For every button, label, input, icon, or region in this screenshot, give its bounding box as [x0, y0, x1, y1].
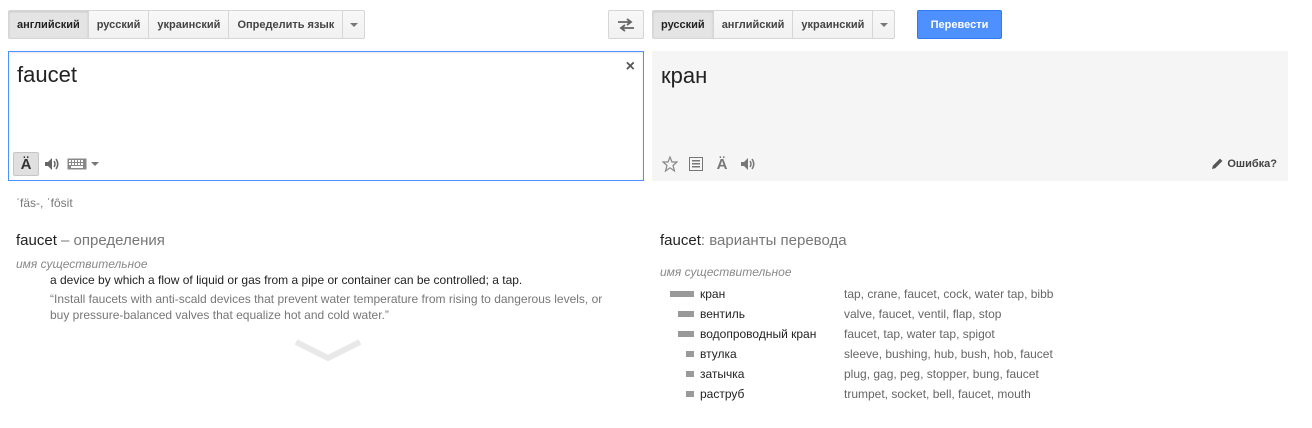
definitions-heading: faucet – определения [16, 232, 165, 249]
chevron-down-icon [91, 162, 99, 166]
definitions-part-of-speech: имя существительное [16, 257, 148, 271]
swap-languages-button[interactable] [608, 10, 644, 39]
translation-text[interactable]: кран [661, 63, 707, 89]
show-more-chevron-icon[interactable] [294, 338, 362, 367]
clear-icon[interactable]: × [626, 58, 635, 76]
table-row: затычка plug, gag, peg, stopper, bung, f… [664, 364, 1053, 384]
target-lang-russian[interactable]: русский [652, 10, 714, 39]
umlaut-a-icon[interactable]: Ä [712, 153, 732, 175]
translations-heading: faucet: варианты перевода [660, 232, 847, 249]
table-row: раструб trumpet, socket, bell, faucet, m… [664, 384, 1053, 404]
keyboard-dropdown[interactable] [89, 152, 101, 176]
speaker-icon[interactable] [39, 152, 65, 176]
translations-heading-suffix: : варианты перевода [700, 232, 847, 249]
variant-reverse-translations: plug, gag, peg, stopper, bung, faucet [844, 367, 1039, 381]
translate-button[interactable]: Перевести [917, 10, 1002, 39]
source-lang-english[interactable]: английский [8, 10, 89, 39]
source-text[interactable]: faucet [17, 62, 77, 88]
definition-example: “Install faucets with anti-scald devices… [50, 292, 603, 322]
translations-part-of-speech: имя существительное [660, 265, 792, 279]
source-tools: Ä [13, 152, 101, 176]
source-lang-dropdown[interactable] [342, 10, 366, 39]
report-error-label: Ошибка? [1227, 157, 1277, 170]
source-lang-ukrainian[interactable]: украинский [148, 10, 230, 39]
variant-word[interactable]: вентиль [700, 304, 844, 324]
definition-text: a device by which a flow of liquid or ga… [50, 273, 523, 287]
frequency-bar [686, 351, 694, 357]
translations-word: faucet [660, 232, 701, 249]
frequency-bar [670, 291, 694, 297]
table-row: водопроводный кран faucet, tap, water ta… [664, 324, 1053, 344]
translation-variants-table: кран tap, crane, faucet, cock, water tap… [664, 284, 1053, 404]
target-language-bar: русский английский украинский [652, 10, 896, 39]
translation-tools: Ä [660, 153, 758, 175]
table-row: втулка sleeve, bushing, hub, bush, hob, … [664, 344, 1053, 364]
target-lang-dropdown[interactable] [872, 10, 896, 39]
source-lang-detect[interactable]: Определить язык [228, 10, 344, 39]
variant-word[interactable]: затычка [700, 364, 844, 384]
swap-arrows-icon [618, 17, 634, 32]
frequency-bar [686, 371, 694, 377]
variant-reverse-translations: valve, faucet, ventil, flap, stop [844, 307, 1002, 321]
source-language-bar: английский русский украинский Определить… [8, 10, 366, 39]
target-lang-ukrainian[interactable]: украинский [792, 10, 874, 39]
target-lang-english[interactable]: английский [712, 10, 794, 39]
definitions-heading-suffix: – определения [56, 232, 165, 249]
frequency-bar [678, 331, 694, 337]
select-text-icon[interactable] [686, 153, 706, 175]
umlaut-a-icon[interactable]: Ä [13, 152, 39, 176]
variant-reverse-translations: sleeve, bushing, hub, bush, hob, faucet [844, 347, 1053, 361]
definitions-word: faucet [16, 232, 57, 249]
chevron-down-icon [879, 22, 888, 27]
variant-word[interactable]: кран [700, 284, 844, 304]
table-row: вентиль valve, faucet, ventil, flap, sto… [664, 304, 1053, 324]
table-row: кран tap, crane, faucet, cock, water tap… [664, 284, 1053, 304]
frequency-bar [686, 391, 694, 397]
variant-reverse-translations: trumpet, socket, bell, faucet, mouth [844, 387, 1031, 401]
variant-reverse-translations: tap, crane, faucet, cock, water tap, bib… [844, 287, 1054, 301]
star-icon[interactable] [660, 153, 680, 175]
report-error-link[interactable]: Ошибка? [1211, 157, 1277, 170]
variant-word[interactable]: втулка [700, 344, 844, 364]
keyboard-icon[interactable] [65, 152, 89, 176]
variant-word[interactable]: водопроводный кран [700, 324, 844, 344]
variant-word[interactable]: раструб [700, 384, 844, 404]
source-text-input[interactable]: faucet × Ä [8, 51, 644, 181]
speaker-icon[interactable] [738, 153, 758, 175]
variant-reverse-translations: faucet, tap, water tap, spigot [844, 327, 995, 341]
translation-output: кран Ä Ошибка? [652, 51, 1288, 181]
pencil-icon [1212, 158, 1223, 169]
source-lang-russian[interactable]: русский [87, 10, 150, 39]
frequency-bar [678, 311, 694, 317]
source-transliteration: ˈfäs-, ˈfôsit [16, 196, 73, 210]
chevron-down-icon [349, 22, 358, 27]
